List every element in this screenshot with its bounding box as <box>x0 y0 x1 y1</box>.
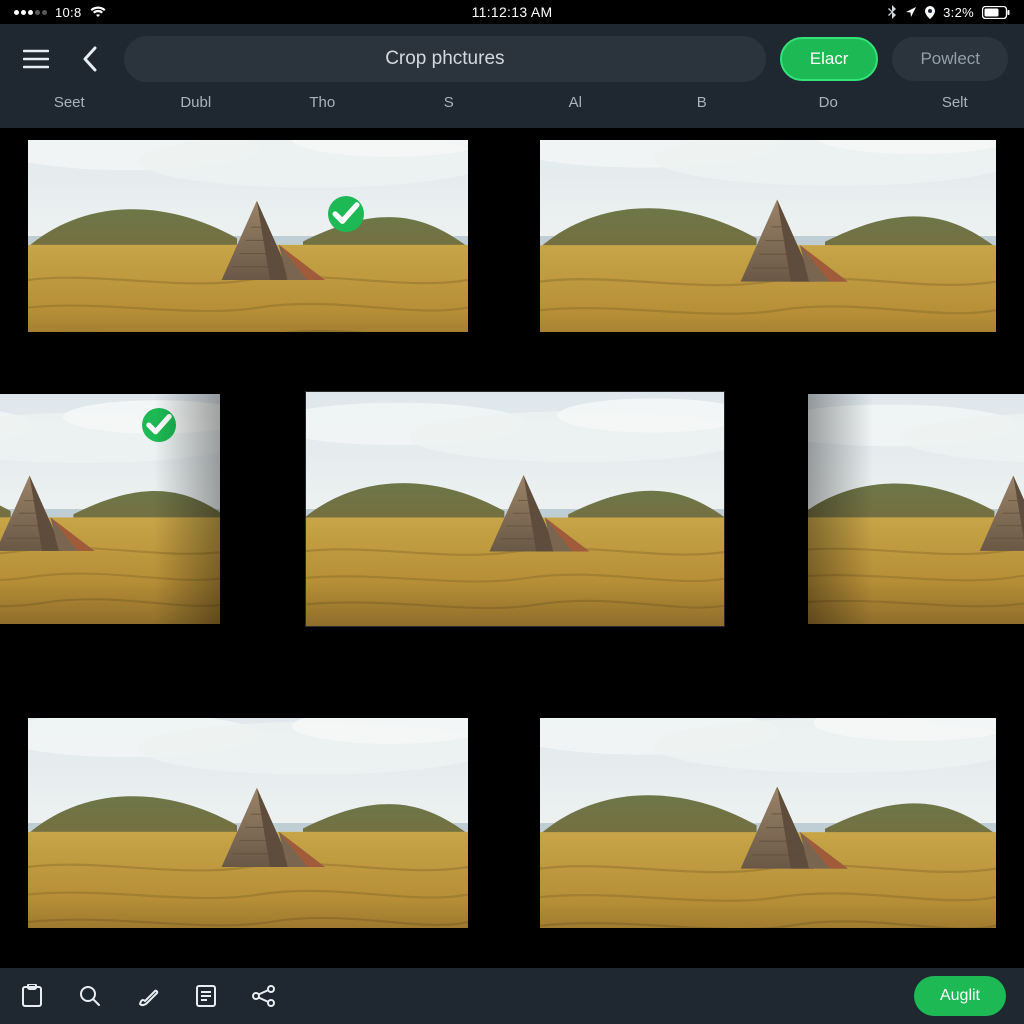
app-header: Crop phctures Elacr Powlect <box>0 24 1024 94</box>
photo-thumbnail[interactable] <box>540 718 996 928</box>
category-tabs: Seet Dubl Tho S Al B Do Selt <box>0 94 1024 128</box>
tab-item[interactable]: B <box>639 94 766 111</box>
share-icon[interactable] <box>250 982 278 1010</box>
tab-item[interactable]: Al <box>512 94 639 111</box>
secondary-action-label: Powlect <box>920 49 980 69</box>
search-icon[interactable] <box>76 982 104 1010</box>
back-button[interactable] <box>70 39 110 79</box>
edit-brush-icon[interactable] <box>134 982 162 1010</box>
photo-thumbnail[interactable] <box>28 140 468 332</box>
photo-thumbnail[interactable] <box>28 718 468 928</box>
status-right-text: 3:2% <box>943 5 974 20</box>
status-bar: 10:8 11:12:13 AM 3:2% <box>0 0 1024 24</box>
location-arrow-icon <box>905 6 917 18</box>
primary-action-button[interactable]: Elacr <box>780 37 879 81</box>
secondary-action-button[interactable]: Powlect <box>892 37 1008 81</box>
photo-thumbnail-partial[interactable] <box>0 394 220 624</box>
tab-label: B <box>697 94 707 111</box>
tab-item[interactable]: Do <box>765 94 892 111</box>
document-icon[interactable] <box>192 982 220 1010</box>
wifi-icon <box>90 6 106 18</box>
menu-icon[interactable] <box>16 39 56 79</box>
thumbnail-grid <box>0 128 1024 968</box>
header-title-pill[interactable]: Crop phctures <box>124 36 766 82</box>
tab-label: Selt <box>942 94 968 111</box>
selected-check-icon <box>142 408 176 442</box>
tab-item[interactable]: Selt <box>892 94 1019 111</box>
tab-label: S <box>444 94 454 111</box>
location-pin-icon <box>925 6 935 19</box>
tab-label: Seet <box>54 94 85 111</box>
tab-label: Do <box>819 94 838 111</box>
bottom-toolbar: Auglit <box>0 968 1024 1024</box>
apply-button[interactable]: Auglit <box>914 976 1006 1016</box>
status-left-text: 10:8 <box>55 5 82 20</box>
tab-item[interactable]: S <box>386 94 513 111</box>
apply-button-label: Auglit <box>940 987 980 1005</box>
bluetooth-icon <box>887 5 897 19</box>
clipboard-icon[interactable] <box>18 982 46 1010</box>
tab-item[interactable]: Seet <box>6 94 133 111</box>
tab-label: Tho <box>309 94 335 111</box>
primary-action-label: Elacr <box>810 49 849 69</box>
header-title-text: Crop phctures <box>385 48 504 70</box>
tab-label: Al <box>569 94 582 111</box>
tab-item[interactable]: Dubl <box>133 94 260 111</box>
photo-thumbnail[interactable] <box>540 140 996 332</box>
signal-dots-icon <box>14 10 47 15</box>
battery-icon <box>982 6 1010 19</box>
selected-check-icon <box>328 196 364 232</box>
photo-thumbnail-partial[interactable] <box>808 394 1024 624</box>
tab-label: Dubl <box>180 94 211 111</box>
tab-item[interactable]: Tho <box>259 94 386 111</box>
photo-thumbnail-large[interactable] <box>306 392 724 626</box>
status-clock: 11:12:13 AM <box>0 4 1024 20</box>
